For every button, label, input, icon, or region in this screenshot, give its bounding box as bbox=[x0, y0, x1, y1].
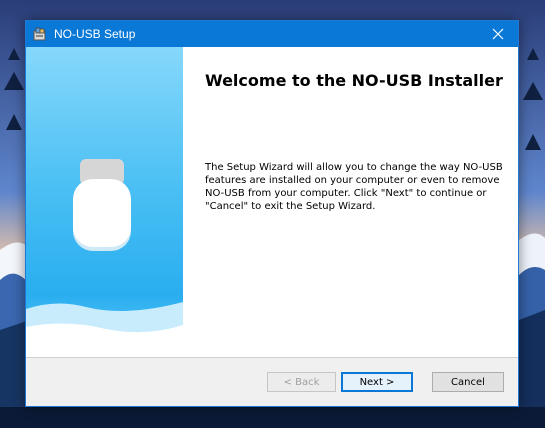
next-button[interactable]: Next > bbox=[341, 372, 413, 392]
footer-divider bbox=[26, 357, 518, 358]
page-title: Welcome to the NO-USB Installer bbox=[205, 71, 503, 90]
title-bar[interactable]: NO-USB Setup bbox=[26, 21, 518, 47]
description-text: The Setup Wizard will allow you to chang… bbox=[205, 162, 503, 212]
back-button[interactable]: < Back bbox=[267, 372, 336, 392]
side-banner bbox=[26, 47, 183, 357]
close-button[interactable] bbox=[478, 21, 518, 47]
installer-icon bbox=[33, 27, 46, 41]
wizard-content: Welcome to the NO-USB Installer The Setu… bbox=[26, 47, 518, 357]
usb-drive-icon bbox=[73, 159, 131, 251]
setup-window: NO-USB Setup Welcome to the NO-USB Insta… bbox=[25, 20, 519, 407]
cancel-button[interactable]: Cancel bbox=[432, 372, 504, 392]
window-title: NO-USB Setup bbox=[54, 27, 136, 41]
close-icon bbox=[492, 28, 504, 40]
